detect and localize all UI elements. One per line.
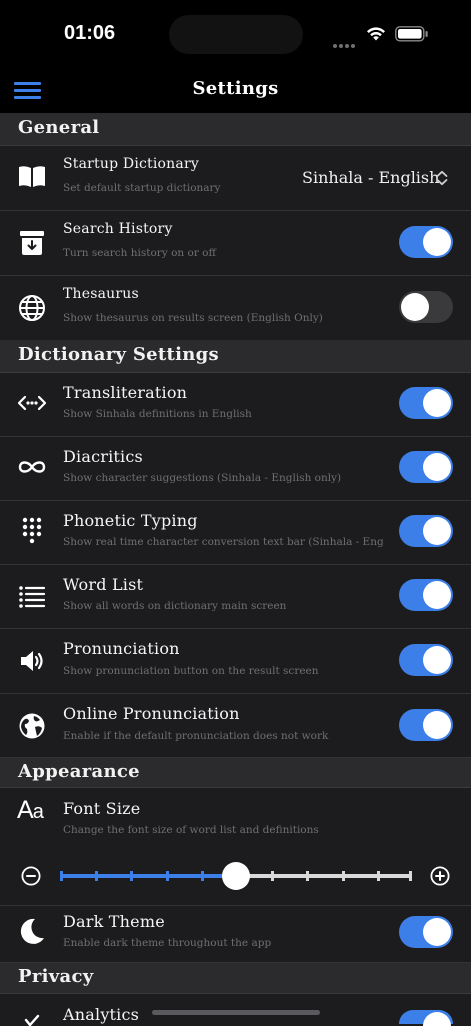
infinity-icon xyxy=(18,461,46,473)
section-title: Dictionary Settings xyxy=(18,344,219,365)
slider-tick xyxy=(376,871,380,881)
word-list-subtitle: Show all words on dictionary main screen xyxy=(63,600,287,612)
analytics-row: Analytics xyxy=(0,994,471,1026)
wifi-icon xyxy=(367,27,385,41)
transliteration-row: Transliteration Show Sinhala definitions… xyxy=(0,373,471,437)
phonetic-typing-subtitle: Show real time character conversion text… xyxy=(63,536,383,548)
slider-tick xyxy=(130,871,134,881)
slider-tick xyxy=(200,871,204,881)
toggle-knob xyxy=(423,517,451,545)
startup-dictionary-title: Startup Dictionary xyxy=(63,156,199,172)
top-bar: 01:06 Settings xyxy=(0,0,471,113)
pronunciation-title: Pronunciation xyxy=(63,639,180,658)
toggle-knob xyxy=(423,581,451,609)
online-pronunciation-toggle[interactable] xyxy=(399,709,453,741)
slider-tick xyxy=(95,871,99,881)
status-time: 01:06 xyxy=(64,22,116,44)
dark-theme-subtitle: Enable dark theme throughout the app xyxy=(63,937,272,949)
online-pronunciation-row: Online Pronunciation Enable if the defau… xyxy=(0,694,471,758)
transliteration-title: Transliteration xyxy=(63,383,188,402)
analytics-toggle[interactable] xyxy=(399,1010,453,1026)
speaker-icon xyxy=(21,651,43,671)
dark-theme-row: Dark Theme Enable dark theme throughout … xyxy=(0,905,471,963)
earth-icon xyxy=(19,713,45,739)
dark-theme-title: Dark Theme xyxy=(63,912,165,931)
page-title: Settings xyxy=(192,78,279,99)
slider-tick xyxy=(60,871,63,881)
word-list-toggle[interactable] xyxy=(399,579,453,611)
search-history-subtitle: Turn search history on or off xyxy=(63,247,216,259)
list-icon xyxy=(19,586,46,608)
chevron-up-down-icon xyxy=(436,170,448,186)
section-dictionary-settings: Dictionary Settings xyxy=(0,340,471,373)
check-icon xyxy=(24,1014,40,1026)
slider-tick xyxy=(306,871,310,881)
section-title: Privacy xyxy=(18,966,94,987)
slider-tick xyxy=(271,871,275,881)
battery-icon xyxy=(395,26,428,42)
thesaurus-toggle[interactable] xyxy=(399,291,453,323)
font-size-slider-fill xyxy=(60,874,236,878)
diacritics-title: Diacritics xyxy=(63,447,143,466)
word-list-title: Word List xyxy=(63,575,144,594)
font-size-title: Font Size xyxy=(63,799,141,818)
section-title: General xyxy=(18,117,100,138)
moon-icon xyxy=(20,918,44,944)
online-pronunciation-subtitle: Enable if the default pronunciation does… xyxy=(63,730,329,742)
home-indicator xyxy=(152,1010,320,1015)
diacritics-row: Diacritics Show character suggestions (S… xyxy=(0,437,471,501)
plus-icon[interactable] xyxy=(430,866,450,886)
pronunciation-toggle[interactable] xyxy=(399,644,453,676)
phonetic-typing-toggle[interactable] xyxy=(399,515,453,547)
search-history-toggle[interactable] xyxy=(399,226,453,258)
diacritics-subtitle: Show character suggestions (Sinhala - En… xyxy=(63,472,342,484)
thesaurus-subtitle: Show thesaurus on results screen (Englis… xyxy=(63,312,323,324)
transliteration-subtitle: Show Sinhala definitions in English xyxy=(63,408,252,420)
font-size-subtitle: Change the font size of word list and de… xyxy=(63,824,319,836)
toggle-knob xyxy=(423,453,451,481)
globe-icon xyxy=(19,295,45,321)
startup-dictionary-select[interactable]: Sinhala - English xyxy=(302,168,439,187)
search-history-title: Search History xyxy=(63,221,173,237)
book-icon xyxy=(19,166,45,187)
startup-dictionary-subtitle: Set default startup dictionary xyxy=(63,182,221,194)
slider-tick xyxy=(165,871,169,881)
minus-icon[interactable] xyxy=(21,866,41,886)
text-size-icon: Aa xyxy=(17,796,44,824)
toggle-knob xyxy=(423,389,451,417)
search-history-row: Search History Turn search history on or… xyxy=(0,211,471,276)
slider-tick xyxy=(409,871,412,881)
section-title: Appearance xyxy=(18,761,140,782)
toggle-knob xyxy=(401,293,429,321)
slider-tick xyxy=(341,871,345,881)
pronunciation-subtitle: Show pronunciation button on the result … xyxy=(63,665,319,677)
keypad-icon xyxy=(22,517,42,544)
diacritics-toggle[interactable] xyxy=(399,451,453,483)
dynamic-island xyxy=(169,15,303,54)
thesaurus-title: Thesaurus xyxy=(63,286,139,302)
transliteration-toggle[interactable] xyxy=(399,387,453,419)
pronunciation-row: Pronunciation Show pronunciation button … xyxy=(0,629,471,694)
code-arrows-icon xyxy=(17,395,47,411)
toggle-knob xyxy=(423,711,451,739)
toggle-knob xyxy=(423,918,451,946)
section-general: General xyxy=(0,113,471,146)
archive-download-icon xyxy=(20,231,44,255)
toggle-knob xyxy=(423,228,451,256)
signal-dots-icon xyxy=(333,33,359,48)
font-size-slider-thumb[interactable] xyxy=(222,862,250,890)
dark-theme-toggle[interactable] xyxy=(399,916,453,948)
section-privacy: Privacy xyxy=(0,963,471,994)
online-pronunciation-title: Online Pronunciation xyxy=(63,704,240,723)
startup-dictionary-row[interactable]: Startup Dictionary Set default startup d… xyxy=(0,146,471,211)
phonetic-typing-title: Phonetic Typing xyxy=(63,511,198,530)
word-list-row: Word List Show all words on dictionary m… xyxy=(0,565,471,629)
thesaurus-row: Thesaurus Show thesaurus on results scre… xyxy=(0,276,471,341)
toggle-knob xyxy=(423,646,451,674)
phonetic-typing-row: Phonetic Typing Show real time character… xyxy=(0,501,471,565)
analytics-title: Analytics xyxy=(63,1005,140,1024)
section-appearance: Appearance xyxy=(0,758,471,788)
